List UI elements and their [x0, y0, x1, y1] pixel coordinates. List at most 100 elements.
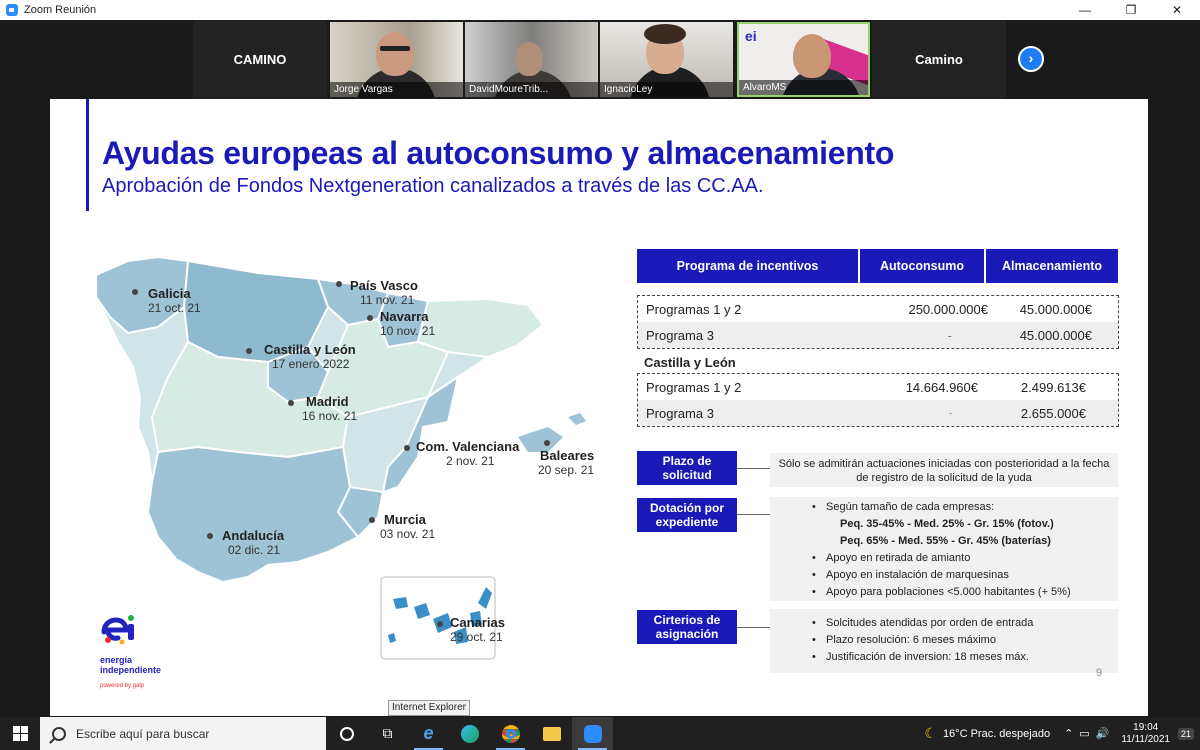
edge-icon: [460, 724, 479, 743]
task-view-icon: ⧉: [382, 725, 393, 741]
network-icon[interactable]: ▭: [1079, 727, 1089, 740]
dotacion-expediente-label: Dotación por expediente: [637, 498, 737, 532]
criterios-item: Justificación de inversion: 18 meses máx…: [770, 649, 1118, 666]
participant-name: AlvaroMS: [739, 80, 868, 95]
chrome-icon: [501, 724, 520, 743]
map-marker: [367, 315, 373, 321]
weather-text[interactable]: 16°C Prac. despejado: [943, 728, 1050, 740]
dotacion-item: Según tamaño de cada empresas:: [770, 499, 1118, 516]
participant-label: Camino: [915, 51, 963, 67]
dotacion-item: Apoyo en instalación de marquesinas: [770, 567, 1118, 584]
weather-icon[interactable]: ☾: [924, 725, 937, 742]
taskbar-clock[interactable]: 19:04 11/11/2021: [1121, 722, 1170, 746]
criterios-asignacion-label: Cirterios de asignación: [637, 610, 737, 644]
slide-subtitle: Aprobación de Fondos Nextgeneration cana…: [102, 175, 764, 197]
participant-tile-1[interactable]: Jorge Vargas: [330, 22, 463, 97]
region-baleares: Baleares 20 sep. 21: [538, 448, 595, 478]
table-header-autoconsumo: Autoconsumo: [860, 249, 984, 283]
internet-explorer-icon: e: [423, 723, 434, 743]
table-header-programa: Programa de incentivos: [637, 249, 858, 283]
slide-title: Ayudas europeas al autoconsumo y almacen…: [102, 135, 895, 171]
zoom-taskbar-button[interactable]: [572, 717, 613, 750]
map-marker: [336, 281, 342, 287]
close-button[interactable]: ✕: [1154, 0, 1200, 20]
dotacion-expediente-list: Según tamaño de cada empresas: Peq. 35-45…: [770, 497, 1118, 601]
participant-tile-camino-right[interactable]: Camino: [872, 20, 1006, 98]
powered-by-text: powered by galp: [100, 683, 145, 689]
table-row: Programa 3 - 45.000.000€: [638, 322, 1118, 348]
folder-icon: [542, 726, 561, 741]
logo-line-1: energía: [100, 655, 133, 665]
search-icon: [52, 726, 66, 741]
region-pais-vasco: País Vasco 11 nov. 21: [350, 278, 418, 308]
task-view-button[interactable]: ⧉: [367, 717, 408, 750]
next-page-button[interactable]: ›: [1018, 46, 1044, 72]
chevron-up-icon[interactable]: ⌃: [1064, 727, 1073, 740]
table-row: Programas 1 y 2 14.664.960€ 2.499.613€: [646, 379, 1086, 395]
plazo-solicitud-text: Sólo se admitirán actuaciones iniciadas …: [770, 453, 1118, 487]
volume-icon[interactable]: 🔊: [1096, 727, 1110, 740]
criterios-item: Solcitudes atendidas por orden de entrad…: [770, 615, 1118, 632]
dotacion-item: Peq. 65% - Med. 55% - Gr. 45% (baterías): [840, 535, 1051, 547]
table-castilla-leon: Programas 1 y 2 14.664.960€ 2.499.613€ P…: [637, 373, 1119, 427]
energia-independiente-logo: energía independiente powered by galp: [100, 614, 161, 689]
map-marker: [369, 517, 375, 523]
minimize-button[interactable]: —: [1062, 0, 1108, 20]
taskbar-tooltip: Internet Explorer: [388, 700, 470, 716]
region-galicia: Galicia 21 oct. 21: [148, 286, 201, 316]
edge-button[interactable]: [449, 717, 490, 750]
title-accent-bar: [86, 99, 89, 211]
participant-name: Jorge Vargas: [330, 82, 463, 97]
taskbar-search[interactable]: Escribe aquí para buscar: [40, 717, 326, 750]
map-marker: [544, 440, 550, 446]
map-marker: [132, 289, 138, 295]
region-madrid: Madrid 16 nov. 21: [302, 394, 358, 424]
logo-line-2: independiente: [100, 665, 162, 675]
system-tray: ☾ 16°C Prac. despejado ⌃ ▭ 🔊 19:04 11/11…: [924, 717, 1200, 750]
ei-logo-icon: [101, 615, 134, 645]
energia-logo-icon: ei: [745, 28, 757, 44]
search-placeholder: Escribe aquí para buscar: [76, 726, 210, 741]
dotacion-item: Peq. 35-45% - Med. 25% - Gr. 15% (fotov.…: [840, 518, 1054, 530]
connector-line: [737, 514, 771, 515]
table-header-almacenamiento: Almacenamiento: [986, 249, 1118, 283]
criterios-asignacion-list: Solcitudes atendidas por orden de entrad…: [770, 609, 1118, 673]
cortana-button[interactable]: [326, 717, 367, 750]
window-titlebar: Zoom Reunión — ❐ ✕: [0, 0, 1200, 20]
criterios-item: Plazo resolución: 6 meses máximo: [770, 632, 1118, 649]
participant-tile-camino-left[interactable]: CAMINO: [193, 20, 327, 98]
zoom-icon: [583, 724, 602, 743]
participant-tile-4[interactable]: ei AlvaroMS: [737, 22, 870, 97]
cortana-icon: [339, 726, 354, 741]
file-explorer-button[interactable]: [531, 717, 572, 750]
shared-slide: Ayudas europeas al autoconsumo y almacen…: [50, 99, 1148, 716]
castilla-leon-label: Castilla y León: [644, 355, 736, 370]
participant-tile-2[interactable]: DavidMoureTrib...: [465, 22, 598, 97]
connector-line: [737, 627, 771, 628]
participant-tile-3[interactable]: IgnacioLey: [600, 22, 733, 97]
windows-logo-icon: [12, 726, 28, 741]
region-navarra: Navarra 10 nov. 21: [380, 309, 436, 339]
notifications-badge[interactable]: 21: [1177, 727, 1194, 740]
slide-page-number: 9: [1096, 667, 1103, 679]
connector-line: [737, 468, 771, 469]
region-castilla-leon: Castilla y León 17 enero 2022: [264, 342, 356, 372]
plazo-solicitud-label: Plazo de solicitud: [637, 451, 737, 485]
table-row: Programas 1 y 2 250.000.000€ 45.000.000€: [646, 301, 1092, 317]
dotacion-item: Apoyo en retirada de amianto: [770, 550, 1118, 567]
region-com-valenciana: Com. Valenciana 2 nov. 21: [416, 439, 520, 469]
region-murcia: Murcia 03 nov. 21: [380, 512, 436, 542]
dotacion-item: Apoyo para poblaciones <5.000 habitantes…: [770, 584, 1118, 601]
map-marker: [437, 621, 443, 627]
internet-explorer-button[interactable]: e: [408, 717, 449, 750]
window-title: Zoom Reunión: [24, 4, 97, 16]
start-button[interactable]: [0, 717, 40, 750]
zoom-app-icon: [6, 4, 18, 16]
maximize-button[interactable]: ❐: [1108, 0, 1154, 20]
chrome-button[interactable]: [490, 717, 531, 750]
participant-label: CAMINO: [233, 51, 287, 67]
table-general: Programas 1 y 2 250.000.000€ 45.000.000€…: [637, 295, 1119, 349]
map-marker: [404, 445, 410, 451]
map-marker: [288, 400, 294, 406]
region-andalucia: Andalucía 02 dic. 21: [222, 528, 285, 558]
